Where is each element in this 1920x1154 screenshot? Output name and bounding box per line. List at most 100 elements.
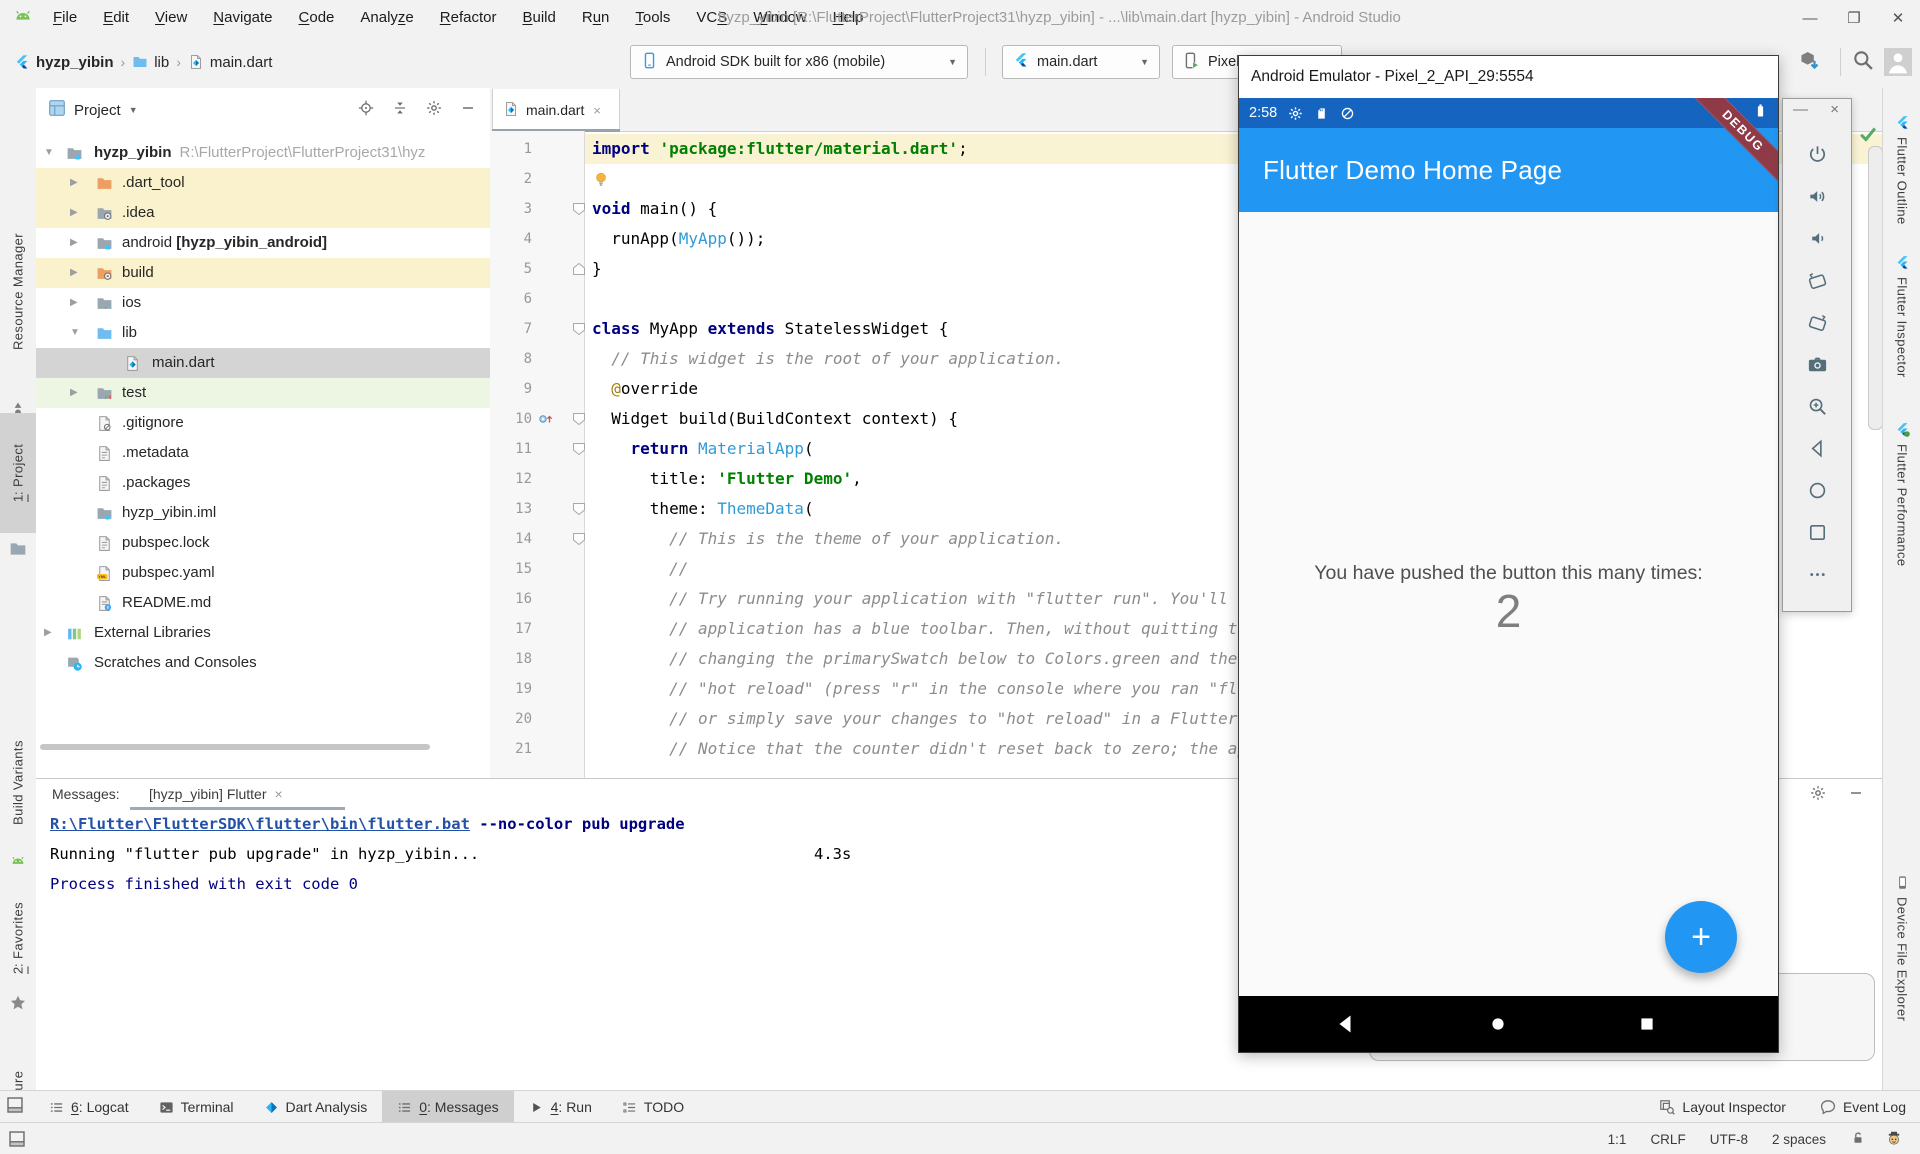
right-tab-flutter-inspector[interactable]: Flutter Inspector <box>1883 255 1920 378</box>
tree-item-external-libraries[interactable]: ▶External Libraries <box>36 618 490 648</box>
breadcrumb-item-main.dart[interactable]: main.dart <box>188 54 273 71</box>
gear-button[interactable] <box>1810 785 1826 806</box>
toolwindow-button-layout-inspector[interactable]: Layout Inspector <box>1659 1091 1786 1123</box>
hide-button[interactable] <box>460 100 476 121</box>
toolwindow-button-todo[interactable]: TODO <box>607 1091 699 1123</box>
gear-button[interactable] <box>426 100 442 121</box>
override-gutter-icon[interactable] <box>538 411 554 432</box>
emulator-title-bar[interactable]: Android Emulator - Pixel_2_API_29:5554 <box>1239 56 1778 98</box>
chevron-down-icon[interactable]: ▼ <box>70 327 80 338</box>
close-icon[interactable]: × <box>593 103 601 118</box>
emulator-rotate-left-button[interactable] <box>1806 269 1829 297</box>
left-tab-2-favorites[interactable]: 2: Favorites <box>0 883 36 993</box>
fold-marker[interactable] <box>572 502 586 521</box>
emulator-rotate-right-button[interactable] <box>1806 311 1829 339</box>
device-selector[interactable]: Android SDK built for x86 (mobile) ▼ <box>630 45 968 79</box>
tab-main-dart[interactable]: main.dart × <box>492 89 620 131</box>
fold-marker[interactable] <box>572 442 586 461</box>
avatar[interactable] <box>1884 48 1912 76</box>
menu-code[interactable]: Code <box>286 0 348 36</box>
chevron-down-icon[interactable]: ▼ <box>44 147 54 158</box>
close-button[interactable]: ✕ <box>1876 0 1920 36</box>
emulator-camera-button[interactable] <box>1806 353 1829 381</box>
chevron-right-icon[interactable]: ▶ <box>70 387 78 398</box>
emulator-screen[interactable]: 2:58 DEBUG Flutter Demo Home Page You ha… <box>1239 98 1778 1052</box>
tree-item-pubspec-lock[interactable]: pubspec.lock <box>36 528 490 558</box>
chevron-right-icon[interactable]: ▶ <box>70 267 78 278</box>
tree-item-build[interactable]: ▶build <box>36 258 490 288</box>
toolwindow-button-0-messages[interactable]: 0: Messages <box>382 1091 513 1123</box>
tool-window-icon[interactable] <box>8 1130 26 1148</box>
caret-position[interactable]: 1:1 <box>1608 1132 1627 1147</box>
tree-item--dart_tool[interactable]: ▶.dart_tool <box>36 168 490 198</box>
search-icon[interactable] <box>1852 49 1874 71</box>
build-download-icon[interactable] <box>1798 49 1820 71</box>
right-tab-device-file-explorer[interactable]: Device File Explorer <box>1883 875 1920 1021</box>
tree-item-android[interactable]: ▶android [hyzp_yibin_android] <box>36 228 490 258</box>
tree-horizontal-scrollbar[interactable] <box>40 744 430 750</box>
editor-scrollbar[interactable] <box>1868 146 1882 430</box>
menu-file[interactable]: File <box>40 0 90 36</box>
chevron-right-icon[interactable]: ▶ <box>70 207 78 218</box>
left-tab-1-project[interactable]: 1: Project <box>0 413 36 533</box>
menu-navigate[interactable]: Navigate <box>200 0 285 36</box>
menu-tools[interactable]: Tools <box>622 0 683 36</box>
tree-item-readme-md[interactable]: README.md <box>36 588 490 618</box>
emulator-overview-square-button[interactable] <box>1806 521 1829 549</box>
tree-item-hyzp_yibin-iml[interactable]: hyzp_yibin.iml <box>36 498 490 528</box>
fold-marker[interactable] <box>572 412 586 431</box>
messages-flutter-tab[interactable]: [hyzp_yibin] Flutter × <box>149 786 283 802</box>
fold-marker[interactable] <box>572 202 586 221</box>
nav-home-button[interactable] <box>1486 1012 1510 1041</box>
emulator-volume-up-button[interactable] <box>1806 185 1829 213</box>
unlock-button[interactable] <box>1850 1130 1866 1149</box>
line-ending-indicator[interactable]: CRLF <box>1650 1132 1685 1147</box>
hector-button[interactable] <box>1886 1130 1902 1149</box>
emulator-home-circle-button[interactable] <box>1806 479 1829 507</box>
emulator-close-button[interactable]: × <box>1830 101 1839 118</box>
menu-analyze[interactable]: Analyze <box>347 0 426 36</box>
breadcrumb-item-lib[interactable]: lib <box>132 54 169 71</box>
nav-back-button[interactable] <box>1334 1012 1358 1041</box>
right-tab-flutter-performance[interactable]: Flutter Performance <box>1883 422 1920 566</box>
indent-indicator[interactable]: 2 spaces <box>1772 1132 1826 1147</box>
tree-item-scratches-and-consoles[interactable]: Scratches and Consoles <box>36 648 490 678</box>
hide-button[interactable] <box>1848 785 1864 806</box>
toolwindow-button-6-logcat[interactable]: 6: Logcat <box>34 1091 144 1123</box>
menu-refactor[interactable]: Refactor <box>427 0 510 36</box>
emulator-more-dots-button[interactable] <box>1806 563 1829 591</box>
tree-item-lib[interactable]: ▼lib <box>36 318 490 348</box>
toolwindow-button-4-run[interactable]: 4: Run <box>514 1091 607 1123</box>
emulator-power-button[interactable] <box>1806 143 1829 171</box>
emulator-back-tri-button[interactable] <box>1806 437 1829 465</box>
run-config-selector[interactable]: main.dart ▼ <box>1002 45 1160 79</box>
increment-fab[interactable]: + <box>1665 901 1737 973</box>
fold-marker[interactable] <box>572 322 586 341</box>
left-tab-resource-manager[interactable]: Resource Manager <box>0 192 36 392</box>
menu-edit[interactable]: Edit <box>90 0 142 36</box>
chevron-right-icon[interactable]: ▶ <box>70 177 78 188</box>
locate-button[interactable] <box>358 100 374 121</box>
menu-run[interactable]: Run <box>569 0 623 36</box>
menu-build[interactable]: Build <box>509 0 568 36</box>
menu-view[interactable]: View <box>142 0 200 36</box>
tree-item-hyzp_yibin[interactable]: ▼hyzp_yibinR:\FlutterProject\FlutterProj… <box>36 138 490 168</box>
emulator-zoom-in-button[interactable] <box>1806 395 1829 423</box>
close-icon[interactable]: × <box>275 786 283 802</box>
tree-item-pubspec-yaml[interactable]: YMLpubspec.yaml <box>36 558 490 588</box>
emulator-volume-down-button[interactable] <box>1806 227 1829 255</box>
console-link[interactable]: R:\Flutter\FlutterSDK\flutter\bin\flutte… <box>50 815 470 833</box>
fold-marker[interactable] <box>572 532 586 551</box>
toolwindow-button-dart-analysis[interactable]: Dart Analysis <box>249 1091 383 1123</box>
toolwindow-button-terminal[interactable]: Terminal <box>144 1091 249 1123</box>
minimize-button[interactable]: — <box>1788 0 1832 36</box>
tool-window-toggle-icon[interactable] <box>6 1096 24 1119</box>
chevron-right-icon[interactable]: ▶ <box>70 297 78 308</box>
chevron-right-icon[interactable]: ▶ <box>70 237 78 248</box>
right-tab-flutter-outline[interactable]: Flutter Outline <box>1883 115 1920 225</box>
tree-item--gitignore[interactable]: .gitignore <box>36 408 490 438</box>
tree-item--packages[interactable]: .packages <box>36 468 490 498</box>
encoding-indicator[interactable]: UTF-8 <box>1710 1132 1748 1147</box>
tree-item-ios[interactable]: ▶ios <box>36 288 490 318</box>
project-view-selector[interactable]: Project ▼ <box>48 99 138 121</box>
